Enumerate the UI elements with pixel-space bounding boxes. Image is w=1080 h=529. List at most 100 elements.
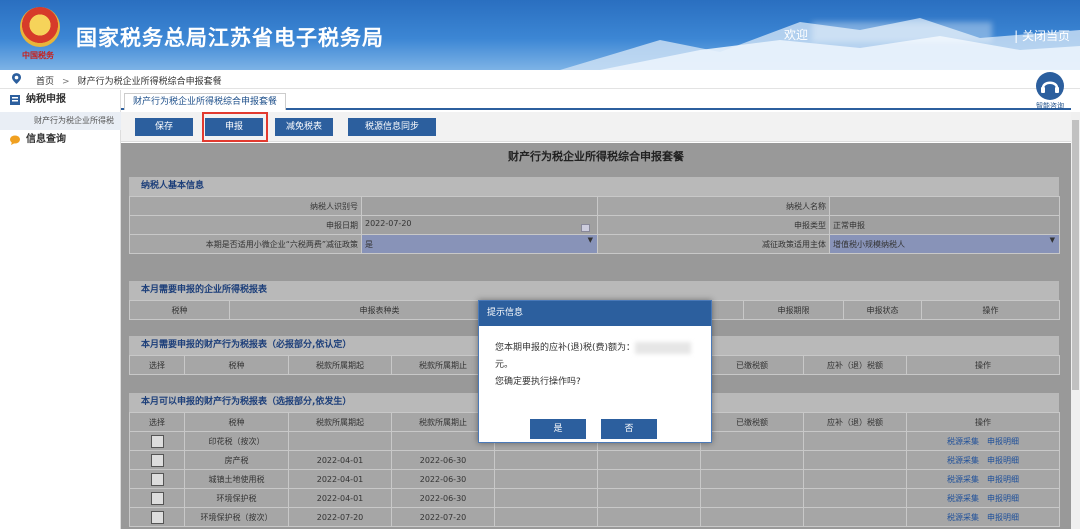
declare-type-value: 正常申报 bbox=[829, 215, 1060, 235]
col-header: 税款所属期起 bbox=[288, 412, 392, 432]
col-header: 选择 bbox=[129, 412, 185, 432]
confirm-dialog: 提示信息 您本期申报的应补(退)税(费)额为： 元。 您确定要执行操作吗? 是 … bbox=[478, 300, 712, 443]
headset-icon bbox=[1036, 72, 1064, 100]
declare-detail-link[interactable]: 申报明细 bbox=[987, 475, 1019, 484]
col-header: 申报期限 bbox=[743, 300, 844, 320]
col-header: 税种 bbox=[129, 300, 230, 320]
subject-select[interactable]: 增值税小规模纳税人 ▼ bbox=[829, 234, 1060, 254]
user-name-redacted bbox=[812, 22, 992, 42]
period-end: 2022-07-20 bbox=[391, 507, 495, 527]
save-button[interactable]: 保存 bbox=[135, 118, 193, 136]
row-actions: 税源采集 申报明细 bbox=[906, 431, 1060, 451]
declare-detail-link[interactable]: 申报明细 bbox=[987, 494, 1019, 503]
table-row: 房产税 2022-04-01 2022-06-30 税源采集 申报明细 bbox=[129, 450, 1060, 470]
select-cell bbox=[129, 488, 185, 508]
period-start: 2022-04-01 bbox=[288, 488, 392, 508]
sidebar-item-query[interactable]: 信息查询 bbox=[0, 130, 121, 150]
col-header: 应补（退）税额 bbox=[803, 355, 907, 375]
sidebar: 纳税申报 财产行为税企业所得税 信息查询 bbox=[0, 90, 121, 529]
col-header: 应补（退）税额 bbox=[803, 412, 907, 432]
tax-source-collect-link[interactable]: 税源采集 bbox=[947, 437, 979, 446]
tax-name: 环境保护税 bbox=[184, 488, 289, 508]
sidebar-item-label: 信息查询 bbox=[26, 134, 66, 145]
declare-detail-link[interactable]: 申报明细 bbox=[987, 437, 1019, 446]
amount-redacted bbox=[635, 341, 692, 354]
location-pin-icon bbox=[12, 73, 21, 84]
table-row: 城镇土地使用税 2022-04-01 2022-06-30 税源采集 申报明细 bbox=[129, 469, 1060, 489]
tax-source-sync-button[interactable]: 税源信息同步 bbox=[348, 118, 436, 136]
subject-label: 减征政策适用主体 bbox=[597, 234, 830, 254]
declare-date-label: 申报日期 bbox=[129, 215, 362, 235]
confirm-no-button[interactable]: 否 bbox=[601, 419, 657, 439]
col-header: 申报状态 bbox=[843, 300, 922, 320]
breadcrumb-home[interactable]: 首页 bbox=[36, 77, 54, 87]
period-end: 2022-06-30 bbox=[391, 488, 495, 508]
col-header: 税种 bbox=[184, 355, 289, 375]
dialog-line-3: 您确定要执行操作吗? bbox=[495, 377, 581, 387]
row-checkbox[interactable] bbox=[150, 472, 164, 486]
row-actions: 税源采集 申报明细 bbox=[906, 469, 1060, 489]
dialog-title: 提示信息 bbox=[479, 301, 711, 326]
col-header: 选择 bbox=[129, 355, 185, 375]
policy-select[interactable]: 是 ▼ bbox=[361, 234, 598, 254]
dialog-message: 您本期申报的应补(退)税(费)额为： 元。 您确定要执行操作吗? bbox=[479, 326, 711, 391]
row-actions: 税源采集 申报明细 bbox=[906, 507, 1060, 527]
table-row: 环境保护税（按次） 2022-07-20 2022-07-20 税源采集 申报明细 bbox=[129, 507, 1060, 527]
confirm-yes-button[interactable]: 是 bbox=[530, 419, 586, 439]
period-start bbox=[288, 431, 392, 451]
tax-source-collect-link[interactable]: 税源采集 bbox=[947, 475, 979, 484]
tax-source-collect-link[interactable]: 税源采集 bbox=[947, 456, 979, 465]
vertical-scrollbar[interactable] bbox=[1071, 112, 1080, 529]
scrollbar-thumb[interactable] bbox=[1072, 120, 1079, 390]
policy-label: 本期是否适用小微企业“六税两费”减征政策 bbox=[129, 234, 362, 254]
select-cell bbox=[129, 507, 185, 527]
tax-name: 城镇土地使用税 bbox=[184, 469, 289, 489]
smart-assistant-button[interactable]: 智能咨询 bbox=[1030, 72, 1070, 112]
emblem-sub-text: 中国税务 bbox=[22, 51, 54, 60]
tax-source-collect-link[interactable]: 税源采集 bbox=[947, 494, 979, 503]
dialog-line-1: 您本期申报的应补(退)税(费)额为： bbox=[495, 343, 636, 353]
subject-select-value: 增值税小规模纳税人 bbox=[833, 239, 905, 249]
declare-detail-link[interactable]: 申报明细 bbox=[987, 513, 1019, 522]
policy-select-value: 是 bbox=[365, 239, 373, 249]
sidebar-item-label: 纳税申报 bbox=[26, 94, 66, 105]
col-header: 税款所属期起 bbox=[288, 355, 392, 375]
tax-emblem-icon bbox=[20, 7, 60, 47]
declare-type-label: 申报类型 bbox=[597, 215, 830, 235]
row-actions: 税源采集 申报明细 bbox=[906, 450, 1060, 470]
breadcrumb-current: 财产行为税企业所得税综合申报套餐 bbox=[77, 77, 222, 87]
taxpayer-id-value bbox=[361, 196, 598, 216]
col-header: 操作 bbox=[921, 300, 1060, 320]
declare-detail-link[interactable]: 申报明细 bbox=[987, 456, 1019, 465]
page-title: 财产行为税企业所得税综合申报套餐 bbox=[508, 150, 684, 163]
reduction-table-button[interactable]: 减免税表 bbox=[275, 118, 333, 136]
section-title: 本月需要申报的企业所得税报表 bbox=[129, 281, 1059, 300]
dropdown-arrow-icon: ▼ bbox=[1049, 236, 1055, 244]
period-start: 2022-07-20 bbox=[288, 507, 392, 527]
sidebar-subitem-property-tax[interactable]: 财产行为税企业所得税 bbox=[0, 112, 121, 130]
basic-info-table: 纳税人识别号 纳税人名称 申报日期 2022-07-20 申报类型 正常申报 本… bbox=[129, 196, 1060, 254]
tax-name: 房产税 bbox=[184, 450, 289, 470]
taxpayer-id-label: 纳税人识别号 bbox=[129, 196, 362, 216]
breadcrumb-separator: > bbox=[62, 77, 70, 87]
col-header: 已缴税额 bbox=[700, 412, 804, 432]
col-header: 已缴税额 bbox=[700, 355, 804, 375]
tax-name: 环境保护税（按次） bbox=[184, 507, 289, 527]
sidebar-item-declare[interactable]: 纳税申报 bbox=[0, 90, 121, 110]
tax-source-collect-link[interactable]: 税源采集 bbox=[947, 513, 979, 522]
assistant-label: 智能咨询 bbox=[1036, 102, 1064, 110]
select-cell bbox=[129, 431, 185, 451]
tab-combined-declaration[interactable]: 财产行为税企业所得税综合申报套餐 bbox=[124, 93, 287, 110]
col-header: 操作 bbox=[906, 412, 1060, 432]
period-start: 2022-04-01 bbox=[288, 469, 392, 489]
declare-date-field[interactable]: 2022-07-20 bbox=[361, 215, 598, 235]
row-checkbox[interactable] bbox=[150, 434, 164, 448]
calendar-icon[interactable] bbox=[581, 223, 590, 232]
site-header: 中国税务 国家税务总局江苏省电子税务局 欢迎 | 关闭当页 bbox=[0, 0, 1080, 70]
row-checkbox[interactable] bbox=[150, 453, 164, 467]
declare-date-value: 2022-07-20 bbox=[365, 218, 412, 228]
row-checkbox[interactable] bbox=[150, 491, 164, 505]
chat-bubble-icon bbox=[10, 135, 20, 145]
row-checkbox[interactable] bbox=[150, 510, 164, 524]
close-page-link[interactable]: | 关闭当页 bbox=[1014, 27, 1070, 44]
